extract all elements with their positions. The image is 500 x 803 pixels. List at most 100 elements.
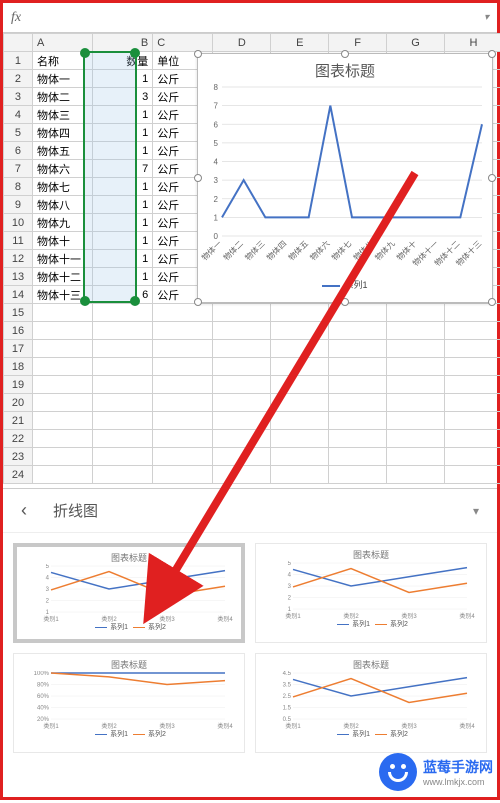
cell-D23[interactable] — [213, 448, 271, 466]
cell-B11[interactable]: 1 — [93, 232, 153, 250]
cell-C24[interactable] — [153, 466, 213, 484]
cell-H20[interactable] — [445, 394, 500, 412]
cell-D21[interactable] — [213, 412, 271, 430]
cell-B20[interactable] — [93, 394, 153, 412]
cell-B6[interactable]: 1 — [93, 142, 153, 160]
cell-D19[interactable] — [213, 376, 271, 394]
cell-H24[interactable] — [445, 466, 500, 484]
cell-B5[interactable]: 1 — [93, 124, 153, 142]
cell-H15[interactable] — [445, 304, 500, 322]
chart-thumb-2[interactable]: 图表标题 20%40%60%80%100%类别1类别2类别3类别4 系列1 系列… — [13, 653, 245, 753]
cell-H22[interactable] — [445, 430, 500, 448]
cell-F21[interactable] — [329, 412, 387, 430]
cell-G18[interactable] — [387, 358, 445, 376]
cell-C22[interactable] — [153, 430, 213, 448]
cell-E23[interactable] — [271, 448, 329, 466]
cell-A24[interactable] — [32, 466, 92, 484]
cell-H17[interactable] — [445, 340, 500, 358]
cell-B24[interactable] — [93, 466, 153, 484]
cell-C23[interactable] — [153, 448, 213, 466]
chevron-down-icon[interactable]: ▾ — [484, 12, 489, 23]
cell-D15[interactable] — [213, 304, 271, 322]
cell-E20[interactable] — [271, 394, 329, 412]
cell-G23[interactable] — [387, 448, 445, 466]
cell-A14[interactable]: 物体十三 — [32, 286, 92, 304]
cell-E17[interactable] — [271, 340, 329, 358]
cell-D16[interactable] — [213, 322, 271, 340]
cell-B23[interactable] — [93, 448, 153, 466]
cell-C20[interactable] — [153, 394, 213, 412]
cell-E18[interactable] — [271, 358, 329, 376]
cell-G16[interactable] — [387, 322, 445, 340]
cell-B3[interactable]: 3 — [93, 88, 153, 106]
cell-F18[interactable] — [329, 358, 387, 376]
cell-F16[interactable] — [329, 322, 387, 340]
chart-thumb-1[interactable]: 图表标题 12345类别1类别2类别3类别4 系列1 系列2 — [255, 543, 487, 643]
back-button[interactable]: ‹ — [9, 500, 39, 521]
cell-H18[interactable] — [445, 358, 500, 376]
cell-G21[interactable] — [387, 412, 445, 430]
chart-thumb-0[interactable]: 图表标题 12345类别1类别2类别3类别4 系列1 系列2 — [13, 543, 245, 643]
cell-B22[interactable] — [93, 430, 153, 448]
cell-B21[interactable] — [93, 412, 153, 430]
cell-A13[interactable]: 物体十二 — [32, 268, 92, 286]
cell-C17[interactable] — [153, 340, 213, 358]
cell-D18[interactable] — [213, 358, 271, 376]
cell-C21[interactable] — [153, 412, 213, 430]
cell-E15[interactable] — [271, 304, 329, 322]
cell-C18[interactable] — [153, 358, 213, 376]
formula-bar[interactable]: fx ▾ — [3, 3, 497, 33]
cell-E16[interactable] — [271, 322, 329, 340]
embedded-chart[interactable]: 图表标题 012345678物体一物体二物体三物体四物体五物体六物体七物体八物体… — [197, 53, 493, 303]
cell-C16[interactable] — [153, 322, 213, 340]
cell-A23[interactable] — [32, 448, 92, 466]
cell-A9[interactable]: 物体八 — [32, 196, 92, 214]
cell-G24[interactable] — [387, 466, 445, 484]
cell-B15[interactable] — [93, 304, 153, 322]
cell-D22[interactable] — [213, 430, 271, 448]
cell-C15[interactable] — [153, 304, 213, 322]
cell-F15[interactable] — [329, 304, 387, 322]
cell-F22[interactable] — [329, 430, 387, 448]
cell-D20[interactable] — [213, 394, 271, 412]
cell-G22[interactable] — [387, 430, 445, 448]
cell-F19[interactable] — [329, 376, 387, 394]
cell-E22[interactable] — [271, 430, 329, 448]
cell-B16[interactable] — [93, 322, 153, 340]
cell-A8[interactable]: 物体七 — [32, 178, 92, 196]
cell-B18[interactable] — [93, 358, 153, 376]
cell-E19[interactable] — [271, 376, 329, 394]
cell-A15[interactable] — [32, 304, 92, 322]
cell-B4[interactable]: 1 — [93, 106, 153, 124]
cell-A6[interactable]: 物体五 — [32, 142, 92, 160]
cell-D24[interactable] — [213, 466, 271, 484]
cell-A21[interactable] — [32, 412, 92, 430]
cell-D17[interactable] — [213, 340, 271, 358]
cell-B10[interactable]: 1 — [93, 214, 153, 232]
cell-F24[interactable] — [329, 466, 387, 484]
cell-B8[interactable]: 1 — [93, 178, 153, 196]
cell-B13[interactable]: 1 — [93, 268, 153, 286]
cell-B19[interactable] — [93, 376, 153, 394]
cell-A1[interactable]: 名称 — [32, 52, 92, 70]
cell-E24[interactable] — [271, 466, 329, 484]
cell-B9[interactable]: 1 — [93, 196, 153, 214]
cell-A10[interactable]: 物体九 — [32, 214, 92, 232]
cell-A3[interactable]: 物体二 — [32, 88, 92, 106]
cell-B17[interactable] — [93, 340, 153, 358]
cell-B7[interactable]: 7 — [93, 160, 153, 178]
cell-G20[interactable] — [387, 394, 445, 412]
cell-A16[interactable] — [32, 322, 92, 340]
cell-G15[interactable] — [387, 304, 445, 322]
cell-B12[interactable]: 1 — [93, 250, 153, 268]
cell-A5[interactable]: 物体四 — [32, 124, 92, 142]
cell-F20[interactable] — [329, 394, 387, 412]
cell-E21[interactable] — [271, 412, 329, 430]
cell-H23[interactable] — [445, 448, 500, 466]
cell-F17[interactable] — [329, 340, 387, 358]
cell-A20[interactable] — [32, 394, 92, 412]
cell-G19[interactable] — [387, 376, 445, 394]
cell-A7[interactable]: 物体六 — [32, 160, 92, 178]
cell-A22[interactable] — [32, 430, 92, 448]
cell-A19[interactable] — [32, 376, 92, 394]
